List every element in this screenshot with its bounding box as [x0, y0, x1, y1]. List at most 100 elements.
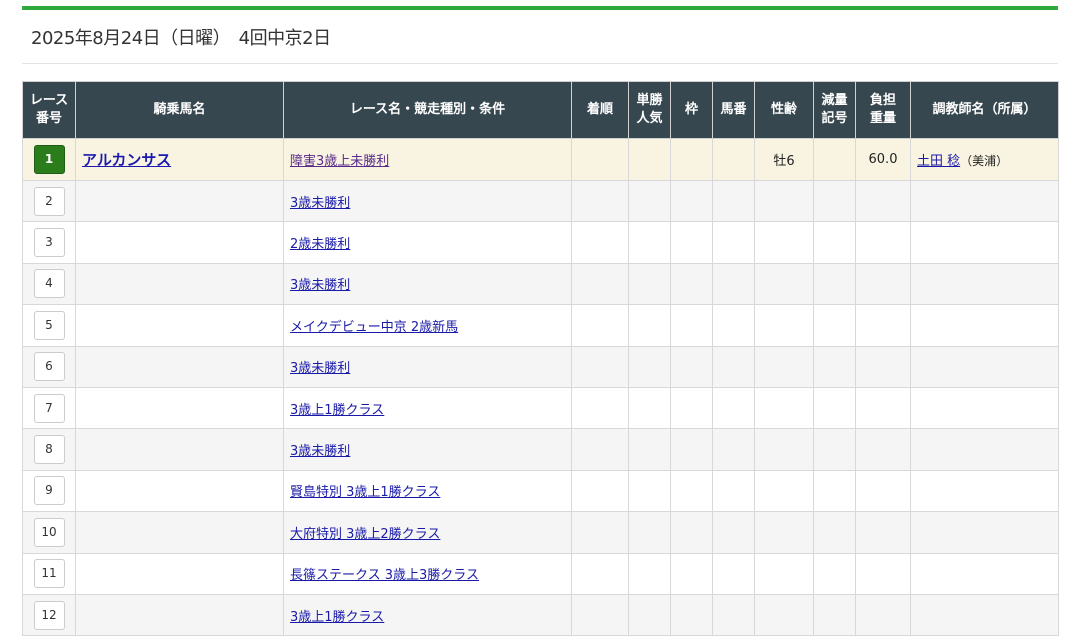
table-cell: [813, 428, 856, 471]
race-number-button[interactable]: 1: [33, 145, 65, 174]
table-cell: [813, 511, 856, 554]
horse-link[interactable]: アルカンサス: [82, 151, 171, 169]
table-cell: [571, 428, 629, 471]
table-cell: 3歳上1勝クラス: [283, 386, 572, 430]
race-link[interactable]: 障害3歳上未勝利: [290, 154, 389, 169]
table-cell: [670, 304, 713, 347]
table-cell: [754, 221, 814, 264]
race-link[interactable]: 大府特別 3歳上2勝クラス: [290, 527, 440, 542]
table-cell: [813, 552, 856, 595]
table-cell: [670, 386, 713, 430]
table-cell: [75, 345, 284, 388]
table-cell: [855, 345, 911, 388]
table-cell: [855, 221, 911, 264]
race-link[interactable]: メイクデビュー中京 2歳新馬: [290, 320, 458, 335]
race-number-button[interactable]: 8: [33, 435, 65, 465]
table-cell: [571, 386, 629, 430]
table-cell: 10: [22, 511, 76, 554]
race-number-button[interactable]: 12: [33, 600, 65, 630]
table-cell: 障害3歳上未勝利: [283, 138, 572, 181]
table-cell: 3歳未勝利: [283, 262, 572, 306]
race-number-button[interactable]: 2: [33, 186, 65, 216]
race-link[interactable]: 3歳未勝利: [290, 196, 350, 211]
table-cell: [754, 179, 814, 223]
table-cell: [712, 179, 755, 223]
table-cell: [75, 593, 284, 637]
table-cell: [813, 179, 856, 223]
race-link[interactable]: 3歳上1勝クラス: [290, 610, 384, 625]
race-link[interactable]: 長篠ステークス 3歳上3勝クラス: [290, 568, 479, 583]
table-cell: [754, 386, 814, 430]
table-cell: [75, 428, 284, 471]
header-label: 番号: [35, 111, 62, 126]
table-row: 6 3歳未勝利: [22, 345, 1059, 388]
table-cell: [910, 221, 1059, 264]
table-cell: [855, 428, 911, 471]
table-cell: [571, 304, 629, 347]
header-frame: 枠: [670, 81, 713, 139]
table-cell: 3歳未勝利: [283, 345, 572, 388]
trainer-link[interactable]: 土田 稔: [917, 154, 960, 169]
table-cell: [712, 469, 755, 513]
table-cell: [712, 138, 755, 181]
race-table: レース 番号 騎乗馬名 レース名・競走種別・条件 着順 単勝 人気枠馬番 性齢 減量 記号 負担 重量…: [22, 81, 1059, 637]
table-cell: [628, 552, 671, 595]
table-row: 11 長篠ステークス 3歳上3勝クラス: [22, 552, 1059, 595]
table-cell: 3歳未勝利: [283, 428, 572, 471]
header-label: レース名・競走種別・条件: [349, 102, 506, 117]
header-label: 減量: [821, 93, 848, 108]
top-accent-bar: [22, 6, 1058, 10]
header-label: 枠: [684, 102, 698, 117]
table-cell: [712, 593, 755, 637]
table-cell: 11: [22, 552, 76, 595]
table-cell: [670, 593, 713, 637]
race-link[interactable]: 賢島特別 3歳上1勝クラス: [290, 485, 440, 500]
race-number-button[interactable]: 4: [33, 269, 65, 299]
race-link[interactable]: 3歳未勝利: [290, 361, 350, 376]
table-cell: [670, 511, 713, 554]
table-cell: [813, 469, 856, 513]
table-row: 8 3歳未勝利: [22, 428, 1059, 471]
race-number-button[interactable]: 5: [33, 310, 65, 340]
table-cell: [628, 345, 671, 388]
table-cell: [754, 511, 814, 554]
table-cell: 長篠ステークス 3歳上3勝クラス: [283, 552, 572, 595]
table-cell: [910, 304, 1059, 347]
table-cell: 3歳未勝利: [283, 179, 572, 223]
table-cell: [628, 593, 671, 637]
table-cell: [75, 179, 284, 223]
table-cell: [910, 262, 1059, 306]
table-cell: [855, 262, 911, 306]
table-cell: [628, 138, 671, 181]
table-cell: [855, 469, 911, 513]
race-number-button[interactable]: 3: [33, 228, 65, 258]
table-cell: [754, 593, 814, 637]
race-number-button[interactable]: 7: [33, 393, 65, 423]
table-cell: [571, 511, 629, 554]
race-link[interactable]: 2歳未勝利: [290, 237, 350, 252]
race-number-button[interactable]: 10: [33, 517, 65, 547]
table-cell: [712, 345, 755, 388]
table-cell: [712, 262, 755, 306]
race-number-button[interactable]: 9: [33, 476, 65, 506]
table-cell: [754, 345, 814, 388]
header-label: 記号: [821, 111, 848, 126]
race-link[interactable]: 3歳未勝利: [290, 444, 350, 459]
table-cell: [754, 304, 814, 347]
table-cell: 6: [22, 345, 76, 388]
race-link[interactable]: 3歳未勝利: [290, 278, 350, 293]
table-cell: [813, 386, 856, 430]
race-number-button[interactable]: 6: [33, 352, 65, 382]
table-cell: [75, 262, 284, 306]
table-cell: 2歳未勝利: [283, 221, 572, 264]
table-row: 4 3歳未勝利: [22, 262, 1059, 306]
race-number-button[interactable]: 11: [33, 559, 65, 589]
race-link[interactable]: 3歳上1勝クラス: [290, 403, 384, 418]
table-cell: 牡6: [754, 138, 814, 181]
table-cell: [910, 593, 1059, 637]
table-row: 2 3歳未勝利: [22, 179, 1059, 223]
table-cell: [628, 262, 671, 306]
table-cell: [855, 552, 911, 595]
header-label: 着順: [586, 102, 613, 117]
table-cell: 賢島特別 3歳上1勝クラス: [283, 469, 572, 513]
